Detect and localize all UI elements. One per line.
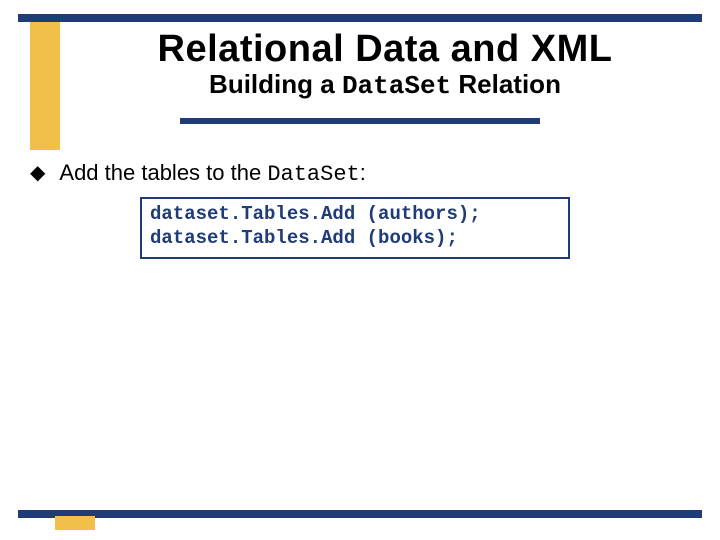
subtitle-prefix: Building a <box>209 69 342 99</box>
code-box: dataset.Tables.Add (authors); dataset.Ta… <box>140 197 570 259</box>
title-block: Relational Data and XML Building a DataS… <box>80 26 690 101</box>
slide-title: Relational Data and XML <box>80 26 690 71</box>
bullet-text-suffix: : <box>360 160 366 185</box>
gold-accent-left <box>30 22 60 150</box>
subtitle-suffix: Relation <box>451 69 561 99</box>
slide-body: ◆ Add the tables to the DataSet: dataset… <box>30 160 690 259</box>
bottom-rule <box>18 510 702 518</box>
subtitle-code: DataSet <box>342 71 451 101</box>
bullet-text-prefix: Add the tables to the <box>59 160 267 185</box>
slide: Relational Data and XML Building a DataS… <box>0 0 720 540</box>
gold-accent-bottom <box>55 516 95 530</box>
bullet-item: ◆ Add the tables to the DataSet: <box>30 160 690 187</box>
top-rule <box>18 14 702 22</box>
code-line-1: dataset.Tables.Add (authors); <box>150 203 481 225</box>
code-line-2: dataset.Tables.Add (books); <box>150 227 458 249</box>
title-underline <box>180 118 540 124</box>
slide-subtitle: Building a DataSet Relation <box>80 69 690 101</box>
bullet-diamond-icon: ◆ <box>30 160 45 186</box>
bullet-text-code: DataSet <box>267 162 359 187</box>
bullet-text: Add the tables to the DataSet: <box>59 160 365 187</box>
